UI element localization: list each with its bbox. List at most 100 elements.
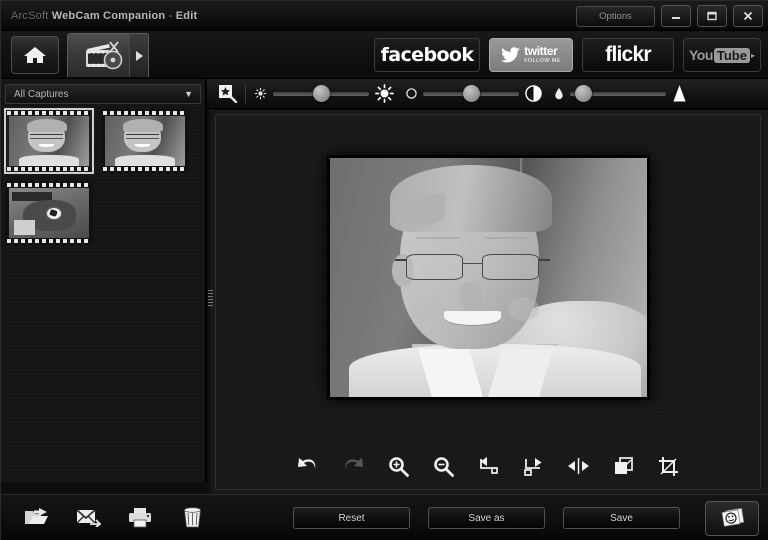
crop-icon: [658, 456, 678, 476]
small-droplet-icon: [554, 87, 564, 100]
toolbar-divider: [245, 84, 246, 103]
zoom-out-icon: [433, 456, 454, 477]
resize-button[interactable]: [610, 453, 636, 479]
zoom-in-button[interactable]: [385, 453, 411, 479]
redo-button[interactable]: [340, 453, 366, 479]
window-controls: Options: [576, 5, 763, 27]
thumbnail-image: [9, 116, 89, 166]
undo-button[interactable]: [295, 453, 321, 479]
twitter-label: twitter: [524, 44, 558, 59]
thumbnail-row: [4, 108, 203, 174]
email-button[interactable]: [75, 504, 101, 530]
twitter-bird-icon: [501, 47, 521, 63]
facebook-button[interactable]: facebook: [374, 38, 480, 72]
thumbnail-portrait-2[interactable]: [101, 109, 189, 173]
close-icon: [743, 11, 753, 21]
slider-thumb[interactable]: [575, 85, 592, 102]
minimize-button[interactable]: [661, 5, 691, 27]
chevron-down-icon: ▼: [184, 89, 193, 99]
thumbnail-soccer[interactable]: [5, 181, 93, 245]
slider-thumb[interactable]: [463, 85, 480, 102]
youtube-button[interactable]: You Tube ▸: [683, 38, 761, 72]
rotate-left-button[interactable]: [475, 453, 501, 479]
top-tab-bar: facebook twitter FOLLOW ME flickr You Tu…: [1, 31, 768, 79]
delete-button[interactable]: [179, 504, 205, 530]
flip-horizontal-button[interactable]: [565, 453, 591, 479]
film-perforation-bottom: [7, 239, 91, 243]
zoom-out-button[interactable]: [430, 453, 456, 479]
magic-wand-icon: [218, 85, 237, 103]
capture-filter-dropdown[interactable]: All Captures ▼: [5, 84, 201, 104]
resize-icon: [614, 456, 633, 474]
reset-button[interactable]: Reset: [293, 507, 410, 529]
panel-splitter[interactable]: [207, 109, 214, 494]
trash-icon: [183, 507, 201, 528]
slider-thumb[interactable]: [313, 85, 330, 102]
printer-icon: [129, 507, 151, 527]
sidebar-footer-strip: [1, 482, 207, 494]
flickr-button[interactable]: flickr: [582, 38, 674, 72]
large-sun-icon: [375, 84, 394, 103]
thumbnail-row: [5, 181, 203, 245]
title-bar: ArcSoft WebCam Companion - Edit Options: [1, 1, 768, 31]
twitter-button[interactable]: twitter FOLLOW ME: [489, 38, 573, 72]
capture-button[interactable]: [705, 501, 759, 536]
save-as-button[interactable]: Save as: [428, 507, 545, 529]
open-folder-arrow-icon: [24, 507, 48, 524]
title-separator: -: [168, 9, 173, 22]
title-mode: Edit: [175, 9, 198, 22]
small-contrast-circle-icon: [406, 88, 417, 99]
thumbnail-image: [105, 116, 185, 166]
capture-filter-label: All Captures: [14, 88, 69, 100]
options-button[interactable]: Options: [576, 5, 655, 27]
save-button[interactable]: Save: [563, 507, 680, 529]
brightness-slider[interactable]: [273, 84, 369, 104]
edit-tool-bar: [207, 441, 768, 491]
film-perforation-bottom: [103, 167, 187, 171]
action-buttons: Reset Save as Save: [293, 507, 680, 529]
chevron-right-icon: [135, 50, 143, 61]
photo-frame[interactable]: [327, 155, 650, 400]
maximize-icon: [707, 11, 717, 21]
auto-enhance-button[interactable]: [217, 84, 237, 104]
film-clapper-icon: [86, 40, 123, 69]
title-vendor: ArcSoft: [11, 9, 49, 22]
photo-stack-icon: [721, 507, 745, 527]
contrast-slider[interactable]: [423, 84, 519, 104]
edited-photo: [330, 158, 647, 397]
brightness-slider-group: [254, 84, 394, 104]
adjustment-toolbar: [207, 79, 768, 109]
thumbnail-image: [9, 188, 89, 238]
large-contrast-circle-icon: [525, 85, 542, 102]
print-button[interactable]: [127, 504, 153, 530]
minimize-icon: [672, 17, 680, 19]
social-buttons: facebook twitter FOLLOW ME flickr You Tu…: [374, 38, 761, 72]
rotate-right-button[interactable]: [520, 453, 546, 479]
canvas-inner: [215, 114, 761, 490]
large-droplet-icon: [672, 84, 687, 103]
thumbnail-portrait-1[interactable]: [4, 108, 94, 174]
youtube-tail-icon: ▸: [750, 50, 755, 60]
close-button[interactable]: [733, 5, 763, 27]
capture-sidebar: All Captures ▼: [1, 79, 207, 494]
tab-next-arrow[interactable]: [129, 33, 149, 77]
flip-horizontal-icon: [567, 458, 589, 474]
twitter-sublabel: FOLLOW ME: [524, 58, 561, 65]
splitter-grip-icon: [208, 289, 213, 307]
small-sun-icon: [254, 87, 267, 100]
film-perforation-bottom: [7, 167, 91, 171]
title-product: WebCam Companion: [51, 9, 166, 22]
crop-button[interactable]: [655, 453, 681, 479]
export-button[interactable]: [23, 504, 49, 530]
rotate-left-icon: [479, 456, 498, 474]
rotate-right-icon: [523, 457, 541, 476]
home-icon: [24, 47, 46, 63]
saturation-slider[interactable]: [570, 84, 666, 104]
film-perforation-top: [7, 183, 91, 187]
youtube-you-label: You: [688, 47, 713, 63]
maximize-button[interactable]: [697, 5, 727, 27]
film-perforation-top: [7, 111, 91, 115]
sidebar-divider: [205, 79, 206, 494]
home-button[interactable]: [11, 36, 59, 74]
youtube-tube-label: Tube: [713, 47, 750, 63]
